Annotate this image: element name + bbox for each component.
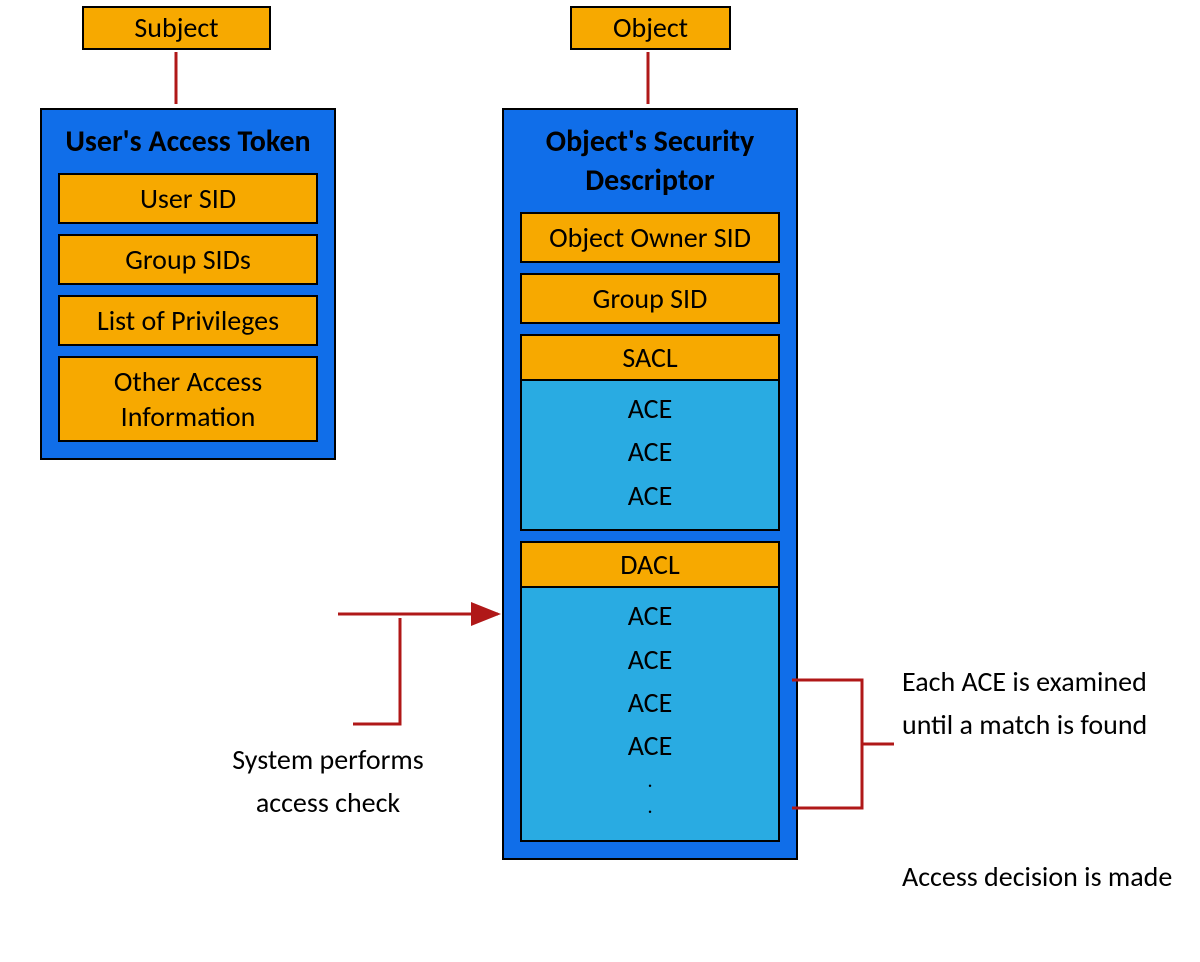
security-descriptor-container: Object's Security Descriptor Object Owne… xyxy=(502,108,798,860)
sacl-ace: ACE xyxy=(522,430,778,473)
sacl-ace: ACE xyxy=(522,474,778,517)
descriptor-group-sid: Group SID xyxy=(520,273,780,324)
access-token-title: User's Access Token xyxy=(58,122,318,161)
annotation-each-ace: Each ACE is examined until a match is fo… xyxy=(902,660,1192,747)
sacl-ace: ACE xyxy=(522,387,778,430)
dacl-ace: ACE xyxy=(522,681,778,724)
annotation-access-check: System performs access check xyxy=(228,738,428,825)
token-item-group-sids: Group SIDs xyxy=(58,234,318,285)
dacl-ace: ACE xyxy=(522,724,778,767)
sacl-block: SACL ACE ACE ACE xyxy=(520,334,780,531)
token-item-user-sid: User SID xyxy=(58,173,318,224)
access-token-container: User's Access Token User SID Group SIDs … xyxy=(40,108,336,460)
dacl-ace: ACE xyxy=(522,594,778,637)
object-box: Object xyxy=(570,6,731,50)
dacl-header: DACL xyxy=(522,543,778,588)
descriptor-owner-sid: Object Owner SID xyxy=(520,212,780,263)
dacl-block: DACL ACE ACE ACE ACE . . xyxy=(520,541,780,842)
token-item-privileges: List of Privileges xyxy=(58,295,318,346)
connector-access-check xyxy=(353,618,400,724)
annotation-decision: Access decision is made xyxy=(902,855,1192,898)
connector-ace-bracket xyxy=(792,680,862,808)
dacl-body: ACE ACE ACE ACE . . xyxy=(522,588,778,840)
sacl-header: SACL xyxy=(522,336,778,381)
dacl-ellipsis: . xyxy=(522,768,778,794)
dacl-ace: ACE xyxy=(522,638,778,681)
token-item-other: Other Access Information xyxy=(58,356,318,442)
dacl-ellipsis: . xyxy=(522,794,778,820)
security-descriptor-title: Object's Security Descriptor xyxy=(520,122,780,200)
subject-box: Subject xyxy=(82,6,271,50)
sacl-body: ACE ACE ACE xyxy=(522,381,778,529)
